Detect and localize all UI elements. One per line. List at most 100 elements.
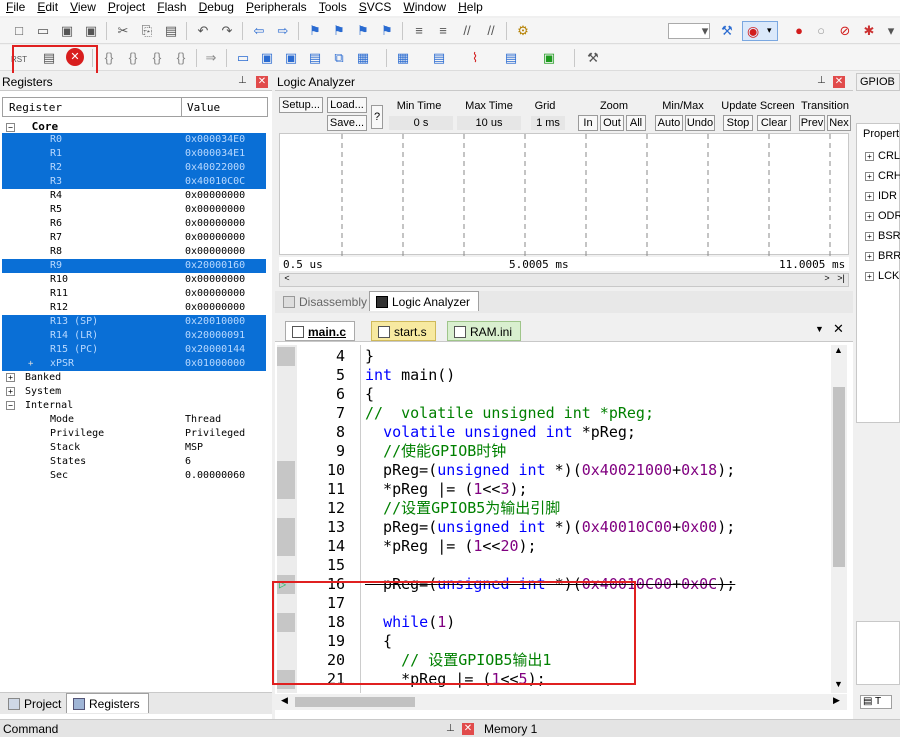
register-value[interactable]: 0x20000091 bbox=[185, 329, 245, 343]
menu-item-project[interactable]: Project bbox=[102, 0, 151, 16]
close-icon[interactable]: ✕ bbox=[256, 76, 268, 88]
code-line[interactable]: 8 volatile unsigned int *pReg; bbox=[275, 423, 835, 442]
toolbox-icon[interactable]: ⚒ bbox=[584, 49, 602, 67]
run-to-cursor-icon[interactable]: {} bbox=[172, 49, 190, 67]
internal-row[interactable]: States 6 bbox=[2, 455, 266, 469]
code-coverage-mark[interactable] bbox=[277, 347, 295, 366]
new-file-icon[interactable]: □ bbox=[10, 22, 28, 40]
pin-icon[interactable]: ⊥ bbox=[446, 723, 455, 734]
copy-icon[interactable]: ⎘ bbox=[138, 22, 156, 40]
memory-windows-icon[interactable]: ▦ bbox=[394, 49, 412, 67]
register-row[interactable]: R7 0x00000000 bbox=[2, 231, 266, 245]
disable-breakpoint-icon[interactable]: ○ bbox=[812, 22, 830, 40]
menu-item-tools[interactable]: Tools bbox=[313, 0, 353, 16]
gpiob-register-crh[interactable]: + CRH bbox=[865, 168, 900, 184]
tab-ram-ini[interactable]: RAM.ini bbox=[447, 321, 522, 341]
expand-icon[interactable]: + bbox=[865, 212, 874, 221]
internal-row[interactable]: Mode Thread bbox=[2, 413, 266, 427]
editor-hscrollbar[interactable]: ◀ ▶ bbox=[275, 694, 847, 710]
disassembly-window-icon[interactable]: ▣ bbox=[258, 49, 276, 67]
unindent-icon[interactable]: ≡ bbox=[434, 22, 452, 40]
stop-button[interactable]: Stop bbox=[723, 115, 753, 131]
comment-icon[interactable]: // bbox=[458, 22, 476, 40]
code-line[interactable]: 6{ bbox=[275, 385, 835, 404]
kill-breakpoints-icon[interactable]: ✱ bbox=[860, 22, 878, 40]
menu-item-edit[interactable]: Edit bbox=[31, 0, 64, 16]
code-line[interactable]: 13 pReg=(unsigned int *)(0x40010C00+0x00… bbox=[275, 518, 835, 537]
zoom-out-button[interactable]: Out bbox=[600, 115, 624, 131]
disable-all-breakpoints-icon[interactable]: ⊘ bbox=[836, 22, 854, 40]
auto-button[interactable]: Auto bbox=[655, 115, 683, 131]
clear-button[interactable]: Clear bbox=[757, 115, 791, 131]
expand-icon[interactable]: + bbox=[6, 373, 15, 382]
register-row[interactable]: R10 0x00000000 bbox=[2, 273, 266, 287]
show-next-statement-icon[interactable]: ⇒ bbox=[202, 49, 220, 67]
code-line[interactable]: 12 //设置GPIOB5为输出引脚 bbox=[275, 499, 835, 518]
menu-item-svcs[interactable]: SVCS bbox=[353, 0, 398, 16]
load-button[interactable]: Load... bbox=[327, 97, 367, 113]
register-value[interactable]: 0x00000000 bbox=[185, 203, 245, 217]
register-value[interactable]: 0x00000000 bbox=[185, 217, 245, 231]
menu-item-help[interactable]: Help bbox=[452, 0, 489, 16]
code-line[interactable]: 4} bbox=[275, 347, 835, 366]
configure-icon[interactable]: ▾ bbox=[882, 22, 900, 40]
register-value[interactable]: 0x00000000 bbox=[185, 189, 245, 203]
register-group-system[interactable]: + System bbox=[6, 385, 61, 399]
step-over-icon[interactable]: {} bbox=[124, 49, 142, 67]
code-coverage-mark[interactable] bbox=[277, 537, 295, 556]
breakpoint-icon[interactable]: ● bbox=[790, 22, 808, 40]
register-row[interactable]: + xPSR 0x01000000 bbox=[2, 357, 266, 371]
serial-windows-icon[interactable]: ▤ bbox=[430, 49, 448, 67]
scroll-down-icon[interactable]: ▼ bbox=[834, 679, 843, 689]
register-row[interactable]: R1 0x000034E1 bbox=[2, 147, 266, 161]
code-coverage-mark[interactable] bbox=[277, 518, 295, 537]
gpiob-register-bsr[interactable]: + BSR bbox=[865, 228, 900, 244]
expand-icon[interactable]: + bbox=[28, 357, 33, 371]
register-row[interactable]: R13 (SP) 0x20010000 bbox=[2, 315, 266, 329]
prev-bookmark-icon[interactable]: ⚑ bbox=[330, 22, 348, 40]
menu-item-window[interactable]: Window bbox=[397, 0, 452, 16]
find-icon[interactable]: ▾ bbox=[696, 22, 714, 40]
register-row[interactable]: R2 0x40022000 bbox=[2, 161, 266, 175]
redo-icon[interactable]: ↷ bbox=[218, 22, 236, 40]
register-value[interactable]: 0x00000000 bbox=[185, 231, 245, 245]
scroll-right-icon[interactable]: > bbox=[820, 273, 834, 287]
next-button[interactable]: Nex bbox=[827, 115, 851, 131]
symbols-window-icon[interactable]: ▣ bbox=[282, 49, 300, 67]
close-icon[interactable]: ✕ bbox=[833, 321, 844, 337]
save-icon[interactable]: ▣ bbox=[58, 22, 76, 40]
undo-icon[interactable]: ↶ bbox=[194, 22, 212, 40]
expand-icon[interactable]: + bbox=[865, 272, 874, 281]
register-value[interactable]: 0x20010000 bbox=[185, 315, 245, 329]
registers-window-icon[interactable]: ▤ bbox=[306, 49, 324, 67]
expand-icon[interactable]: + bbox=[6, 387, 15, 396]
register-row[interactable]: R5 0x00000000 bbox=[2, 203, 266, 217]
gpiob-register-odr[interactable]: + ODR bbox=[865, 208, 900, 224]
code-line[interactable]: 10 pReg=(unsigned int *)(0x40021000+0x18… bbox=[275, 461, 835, 480]
register-row[interactable]: R3 0x40010C0C bbox=[2, 175, 266, 189]
call-stack-icon[interactable]: ⧉ bbox=[330, 49, 348, 67]
nav-back-icon[interactable]: ⇦ bbox=[250, 22, 268, 40]
setup-button[interactable]: Setup... bbox=[279, 97, 323, 113]
register-value[interactable]: 0x20000144 bbox=[185, 343, 245, 357]
register-value[interactable]: 0x00000000 bbox=[185, 273, 245, 287]
expand-icon[interactable]: + bbox=[865, 252, 874, 261]
gpiob-register-brr[interactable]: + BRR bbox=[865, 248, 900, 264]
register-value[interactable]: 0x00000000 bbox=[185, 301, 245, 315]
close-icon[interactable]: ✕ bbox=[462, 723, 474, 735]
register-row[interactable]: R15 (PC) 0x20000144 bbox=[2, 343, 266, 357]
expand-icon[interactable]: + bbox=[865, 152, 874, 161]
open-file-icon[interactable]: ▭ bbox=[34, 22, 52, 40]
tab-logic-analyzer[interactable]: Logic Analyzer bbox=[369, 291, 480, 311]
register-row[interactable]: R6 0x00000000 bbox=[2, 217, 266, 231]
save-button[interactable]: Save... bbox=[327, 115, 367, 131]
tab-registers[interactable]: Registers bbox=[66, 693, 149, 713]
register-value[interactable]: 0x000034E1 bbox=[185, 147, 245, 161]
debug-session-button[interactable]: ◉ ▾ bbox=[742, 21, 778, 41]
column-header-register[interactable]: Register bbox=[9, 101, 62, 114]
code-line[interactable]: 7 // volatile unsigned int *pReg; bbox=[275, 404, 835, 423]
zoom-in-button[interactable]: In bbox=[578, 115, 598, 131]
register-row[interactable]: R11 0x00000000 bbox=[2, 287, 266, 301]
menu-item-peripherals[interactable]: Peripherals bbox=[240, 0, 313, 16]
prev-button[interactable]: Prev bbox=[799, 115, 825, 131]
